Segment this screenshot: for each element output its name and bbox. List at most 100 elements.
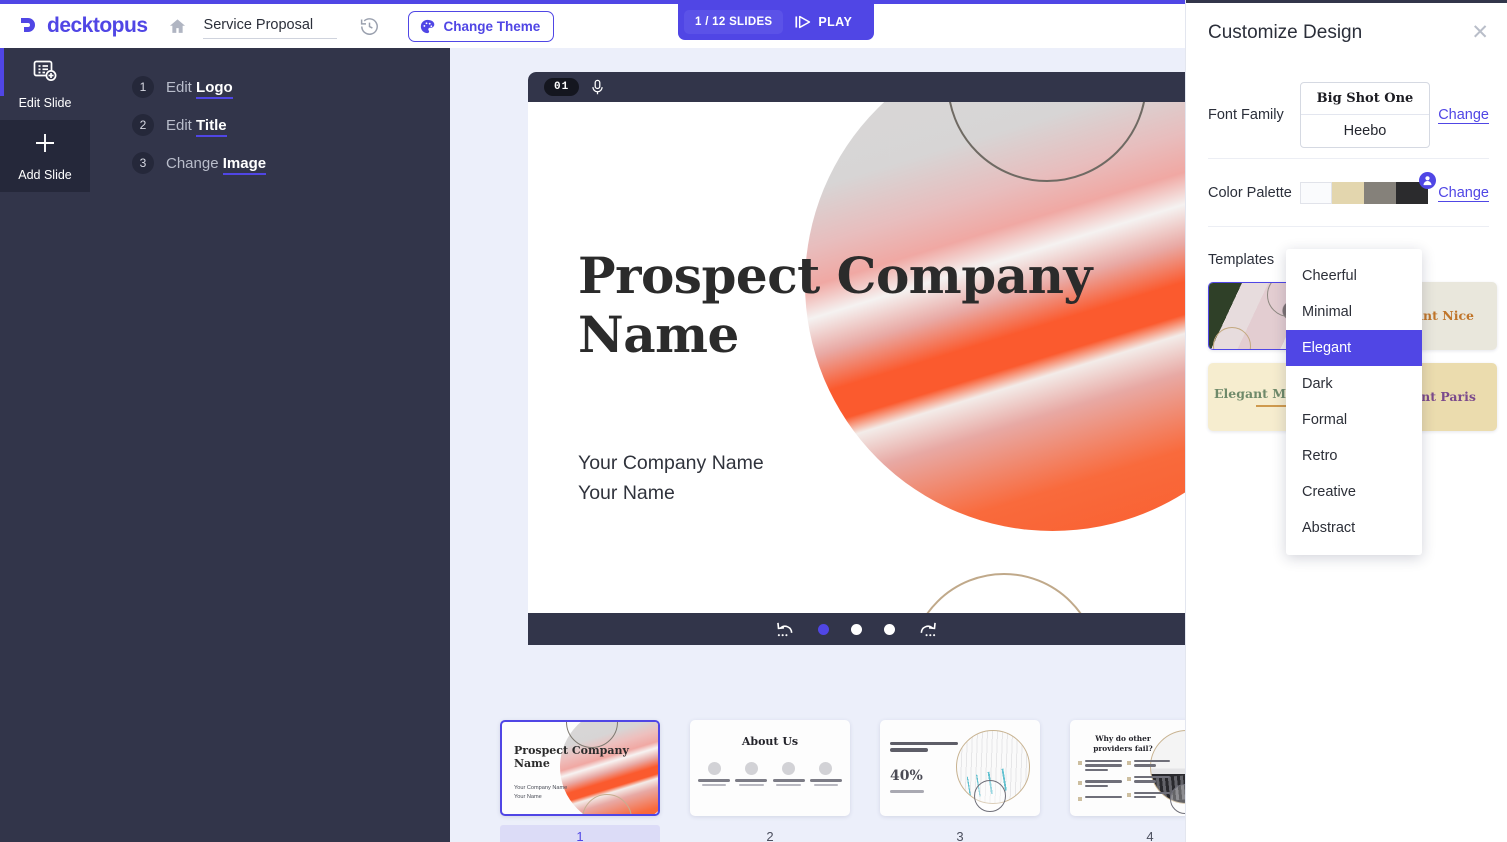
- thumb-line: [1133, 791, 1170, 794]
- step-target: Title: [196, 116, 227, 137]
- thumb-bullet-square-icon: [1078, 796, 1082, 801]
- color-palette-label: Color Palette: [1208, 185, 1292, 201]
- thumb-line: [1133, 764, 1157, 767]
- slide-thumbnail[interactable]: About Us: [690, 720, 850, 816]
- thumb-subtitle: Your Company Name Your Name: [514, 784, 567, 801]
- color-palette-row: Color Palette Change: [1208, 172, 1489, 204]
- thumb-bullet-text: [1133, 760, 1170, 769]
- thumb-line: [1085, 784, 1108, 787]
- play-icon: [795, 15, 812, 29]
- thumb-line: [809, 779, 842, 782]
- home-icon[interactable]: [168, 17, 187, 36]
- dropdown-item-minimal[interactable]: Minimal: [1286, 294, 1422, 330]
- thumb-line: [1085, 760, 1122, 763]
- dropdown-item-dark[interactable]: Dark: [1286, 366, 1422, 402]
- slide-content[interactable]: Prospect Company Name Your Company Name …: [528, 102, 1185, 613]
- step-label: Change Image: [166, 154, 267, 175]
- dropdown-item-formal[interactable]: Formal: [1286, 402, 1422, 438]
- slide-thumbnail[interactable]: 40%: [880, 720, 1040, 816]
- slide-thumbnail-strip: Prospect Company Name Your Company Name …: [500, 720, 1286, 842]
- thumb-feature: [698, 762, 730, 786]
- panel-divider-1: [1208, 158, 1489, 159]
- thumbnail-cell-2: About Us 2: [690, 720, 850, 842]
- thumb-line: [735, 779, 768, 782]
- dropdown-item-elegant[interactable]: Elegant: [1286, 330, 1422, 366]
- change-theme-label: Change Theme: [443, 18, 541, 34]
- change-theme-button[interactable]: Change Theme: [407, 10, 555, 42]
- dropdown-item-cheerful[interactable]: Cheerful: [1286, 258, 1422, 294]
- thumb-bullet-square-icon: [1078, 761, 1082, 765]
- palette-swatch-1[interactable]: [1300, 182, 1332, 204]
- thumb-bullet-columns: [1078, 760, 1170, 808]
- slide-thumbnail[interactable]: Prospect Company Name Your Company Name …: [500, 720, 660, 816]
- thumb-line: [1133, 795, 1157, 799]
- thumb-bullet-text: [1085, 780, 1122, 789]
- dropdown-item-retro[interactable]: Retro: [1286, 438, 1422, 474]
- font-family-preview[interactable]: Big Shot One Heebo: [1300, 82, 1430, 148]
- thumb-line: [813, 784, 839, 786]
- thumb-sub1: Your Company Name: [514, 785, 568, 791]
- thumb-sub2: Your Name: [514, 793, 542, 800]
- thumb-line: [772, 779, 805, 782]
- palette-icon: [419, 18, 436, 35]
- thumb-bullet: [1126, 760, 1170, 769]
- slide-subtitle-text[interactable]: Your Company Name Your Name: [578, 449, 764, 509]
- panel-header: Customize Design ✕: [1208, 22, 1489, 44]
- rail-item-label: Add Slide: [18, 168, 72, 182]
- thumb-line: [1133, 760, 1170, 763]
- thumb-line: [890, 748, 929, 752]
- thumb-magnifier-icon: [974, 780, 1006, 812]
- step-target: Image: [222, 154, 267, 175]
- left-rail: Edit Slide Add Slide: [0, 48, 90, 842]
- thumb-title: About Us: [741, 735, 799, 748]
- history-icon[interactable]: [359, 16, 380, 37]
- thumb-line: [890, 742, 958, 746]
- user-avatar-icon[interactable]: [1419, 172, 1436, 189]
- color-palette-swatches[interactable]: [1300, 172, 1436, 204]
- thumb-bullet-text: [1085, 760, 1122, 773]
- step-change-image[interactable]: 3 Change Image: [132, 144, 450, 182]
- panel-divider-2: [1208, 226, 1489, 227]
- step-action: Edit: [166, 78, 192, 96]
- font-family-row: Font Family Big Shot One Heebo Change: [1208, 82, 1489, 148]
- play-button[interactable]: PLAY: [787, 11, 860, 33]
- template-style-dropdown: Cheerful Minimal Elegant Dark Formal Ret…: [1286, 249, 1422, 555]
- slide-toolbar-top: 01: [528, 72, 1185, 102]
- microphone-icon[interactable]: [590, 79, 605, 96]
- slide-dot-1[interactable]: [818, 623, 829, 635]
- palette-swatch-2[interactable]: [1332, 182, 1364, 204]
- brand-logo[interactable]: decktopus: [18, 14, 148, 38]
- redo-icon[interactable]: [917, 621, 938, 638]
- presentation-title-input[interactable]: [202, 13, 337, 39]
- plus-icon: [32, 130, 58, 161]
- thumb-line: [776, 784, 802, 786]
- thumb-line: [1133, 780, 1157, 783]
- slide-ring-decoration-2-icon: [909, 573, 1099, 613]
- undo-icon[interactable]: [775, 621, 796, 638]
- palette-swatch-3[interactable]: [1364, 182, 1396, 204]
- thumb-bullet-text: [1133, 791, 1170, 801]
- rail-item-add-slide[interactable]: Add Slide: [0, 120, 90, 192]
- change-font-link[interactable]: Change: [1438, 107, 1489, 124]
- thumb-bullet: [1078, 795, 1122, 801]
- step-edit-title[interactable]: 2 Edit Title: [132, 106, 450, 144]
- panel-top-accent: [1186, 0, 1507, 3]
- step-edit-logo[interactable]: 1 Edit Logo: [132, 68, 450, 106]
- font-family-label: Font Family: [1208, 107, 1284, 123]
- thumb-bullet: [1126, 775, 1170, 785]
- dropdown-item-creative[interactable]: Creative: [1286, 474, 1422, 510]
- slide-title-text[interactable]: Prospect Company Name: [578, 246, 1185, 364]
- slide-subtitle-line2: Your Name: [578, 481, 675, 504]
- close-icon[interactable]: ✕: [1471, 22, 1489, 43]
- thumb-line: [1085, 795, 1122, 799]
- change-palette-link[interactable]: Change: [1438, 185, 1489, 202]
- rail-item-label: Edit Slide: [18, 96, 72, 110]
- rail-item-edit-slide[interactable]: Edit Slide: [0, 48, 90, 120]
- slide-dot-3[interactable]: [884, 623, 895, 635]
- dropdown-item-abstract[interactable]: Abstract: [1286, 510, 1422, 546]
- slide-dot-2[interactable]: [851, 623, 862, 635]
- thumb-number: 2: [766, 829, 774, 842]
- thumbnail-cell-3: 40% 3: [880, 720, 1040, 842]
- thumb-number-box: 1: [500, 825, 660, 842]
- thumb-bullet: [1078, 780, 1122, 789]
